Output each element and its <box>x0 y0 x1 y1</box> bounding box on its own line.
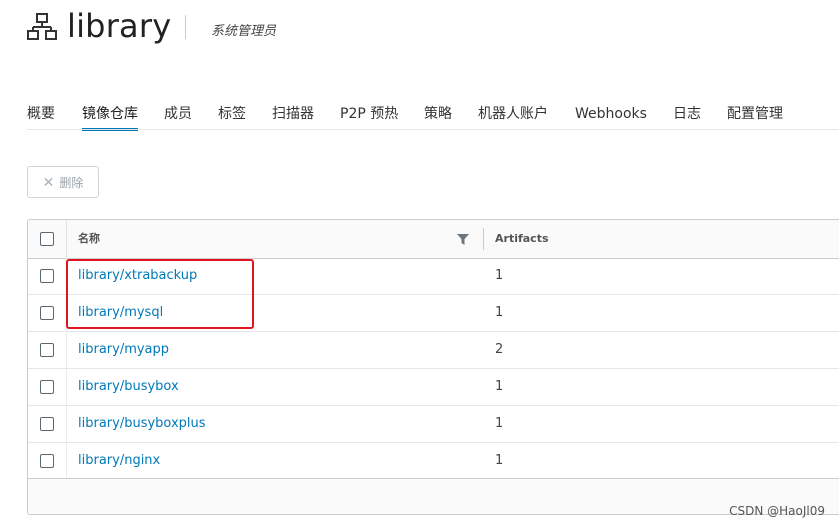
table-row: library/busybox 1 <box>28 369 839 406</box>
filter-icon[interactable] <box>457 234 469 245</box>
artifact-count: 2 <box>495 342 504 357</box>
artifact-count: 1 <box>495 379 504 394</box>
tabs-divider <box>27 129 839 130</box>
delete-button[interactable]: ✕ 删除 <box>27 166 99 198</box>
repository-link[interactable]: library/busyboxplus <box>78 406 206 442</box>
row-divider <box>66 332 67 368</box>
repository-link[interactable]: library/xtrabackup <box>78 258 197 294</box>
row-checkbox[interactable] <box>40 454 54 468</box>
row-checkbox[interactable] <box>40 269 54 283</box>
row-checkbox[interactable] <box>40 343 54 357</box>
artifact-count: 1 <box>495 268 504 283</box>
row-divider <box>66 369 67 405</box>
artifact-count: 1 <box>495 416 504 431</box>
column-resize-handle[interactable] <box>483 228 484 250</box>
repository-link[interactable]: library/myapp <box>78 332 169 368</box>
user-role: 系统管理员 <box>211 24 277 39</box>
row-checkbox[interactable] <box>40 417 54 431</box>
tab-robot-accounts[interactable]: 机器人账户 <box>478 99 548 129</box>
tab-configuration[interactable]: 配置管理 <box>727 99 783 129</box>
table-row: library/busyboxplus 1 <box>28 406 839 443</box>
tab-repositories[interactable]: 镜像仓库 <box>82 99 138 131</box>
project-header: library 系统管理员 <box>0 0 839 60</box>
artifact-count: 1 <box>495 453 504 468</box>
grid-footer <box>28 478 839 514</box>
repository-link[interactable]: library/busybox <box>78 369 179 405</box>
grid-header: 名称 Artifacts <box>28 220 839 259</box>
close-icon: ✕ <box>42 175 55 191</box>
watermark: CSDN @HaoJl09 <box>729 504 825 518</box>
tab-scanner[interactable]: 扫描器 <box>272 99 314 129</box>
tab-summary[interactable]: 概要 <box>27 99 55 129</box>
table-row: library/mysql 1 <box>28 295 839 332</box>
tab-p2p-preheat[interactable]: P2P 预热 <box>340 99 398 129</box>
table-row: library/xtrabackup 1 <box>28 258 839 295</box>
tab-members[interactable]: 成员 <box>164 99 192 129</box>
column-header-name[interactable]: 名称 <box>78 220 100 258</box>
row-divider <box>66 443 67 479</box>
project-tabs: 概要 镜像仓库 成员 标签 扫描器 P2P 预热 策略 机器人账户 Webhoo… <box>27 99 839 131</box>
project-name: library <box>67 7 172 45</box>
header-divider <box>185 15 186 39</box>
row-divider <box>66 258 67 294</box>
repository-grid: 名称 Artifacts library/xtrabackup 1 librar… <box>27 219 839 515</box>
table-row: library/nginx 1 <box>28 443 839 480</box>
page: library 系统管理员 概要 镜像仓库 成员 标签 扫描器 P2P 预热 策… <box>0 0 839 526</box>
column-header-artifacts[interactable]: Artifacts <box>495 220 549 258</box>
delete-button-label: 删除 <box>59 176 84 190</box>
table-row: library/myapp 2 <box>28 332 839 369</box>
row-divider <box>66 406 67 442</box>
row-checkbox[interactable] <box>40 306 54 320</box>
artifact-count: 1 <box>495 305 504 320</box>
repository-link[interactable]: library/nginx <box>78 443 160 479</box>
select-all-checkbox[interactable] <box>40 232 54 246</box>
tab-logs[interactable]: 日志 <box>673 99 701 129</box>
repository-link[interactable]: library/mysql <box>78 295 163 331</box>
project-hierarchy-icon <box>27 13 57 40</box>
tab-webhooks[interactable]: Webhooks <box>575 99 647 129</box>
tab-policy[interactable]: 策略 <box>424 99 452 129</box>
row-divider <box>66 295 67 331</box>
column-divider <box>66 220 67 258</box>
row-checkbox[interactable] <box>40 380 54 394</box>
tab-labels[interactable]: 标签 <box>218 99 246 129</box>
